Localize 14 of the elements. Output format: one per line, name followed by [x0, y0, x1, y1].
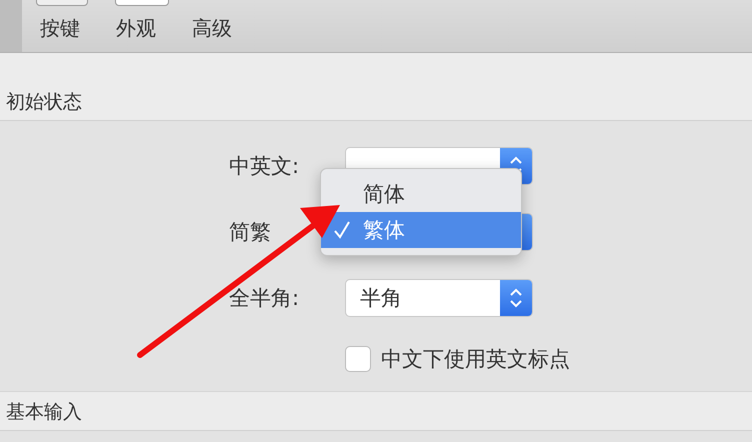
field-label: 全半角: [229, 285, 300, 312]
tab[interactable]: 外观 [98, 15, 174, 52]
tab[interactable]: 按键 [22, 15, 98, 52]
section-header: 初始状态 [0, 53, 752, 121]
field-label: 中英文: [229, 153, 300, 180]
stepper-icon[interactable] [500, 280, 532, 316]
section-header: 基本输入 [0, 391, 752, 431]
tab[interactable]: 高级 [174, 15, 250, 52]
field-label: 简繁 [229, 219, 271, 246]
menu-item[interactable]: 简体 [321, 176, 521, 212]
checkbox[interactable] [345, 346, 371, 372]
check-icon [333, 220, 351, 240]
checkbox-label: 中文下使用英文标点 [381, 346, 570, 373]
popup-button[interactable]: 半角 [345, 279, 533, 317]
